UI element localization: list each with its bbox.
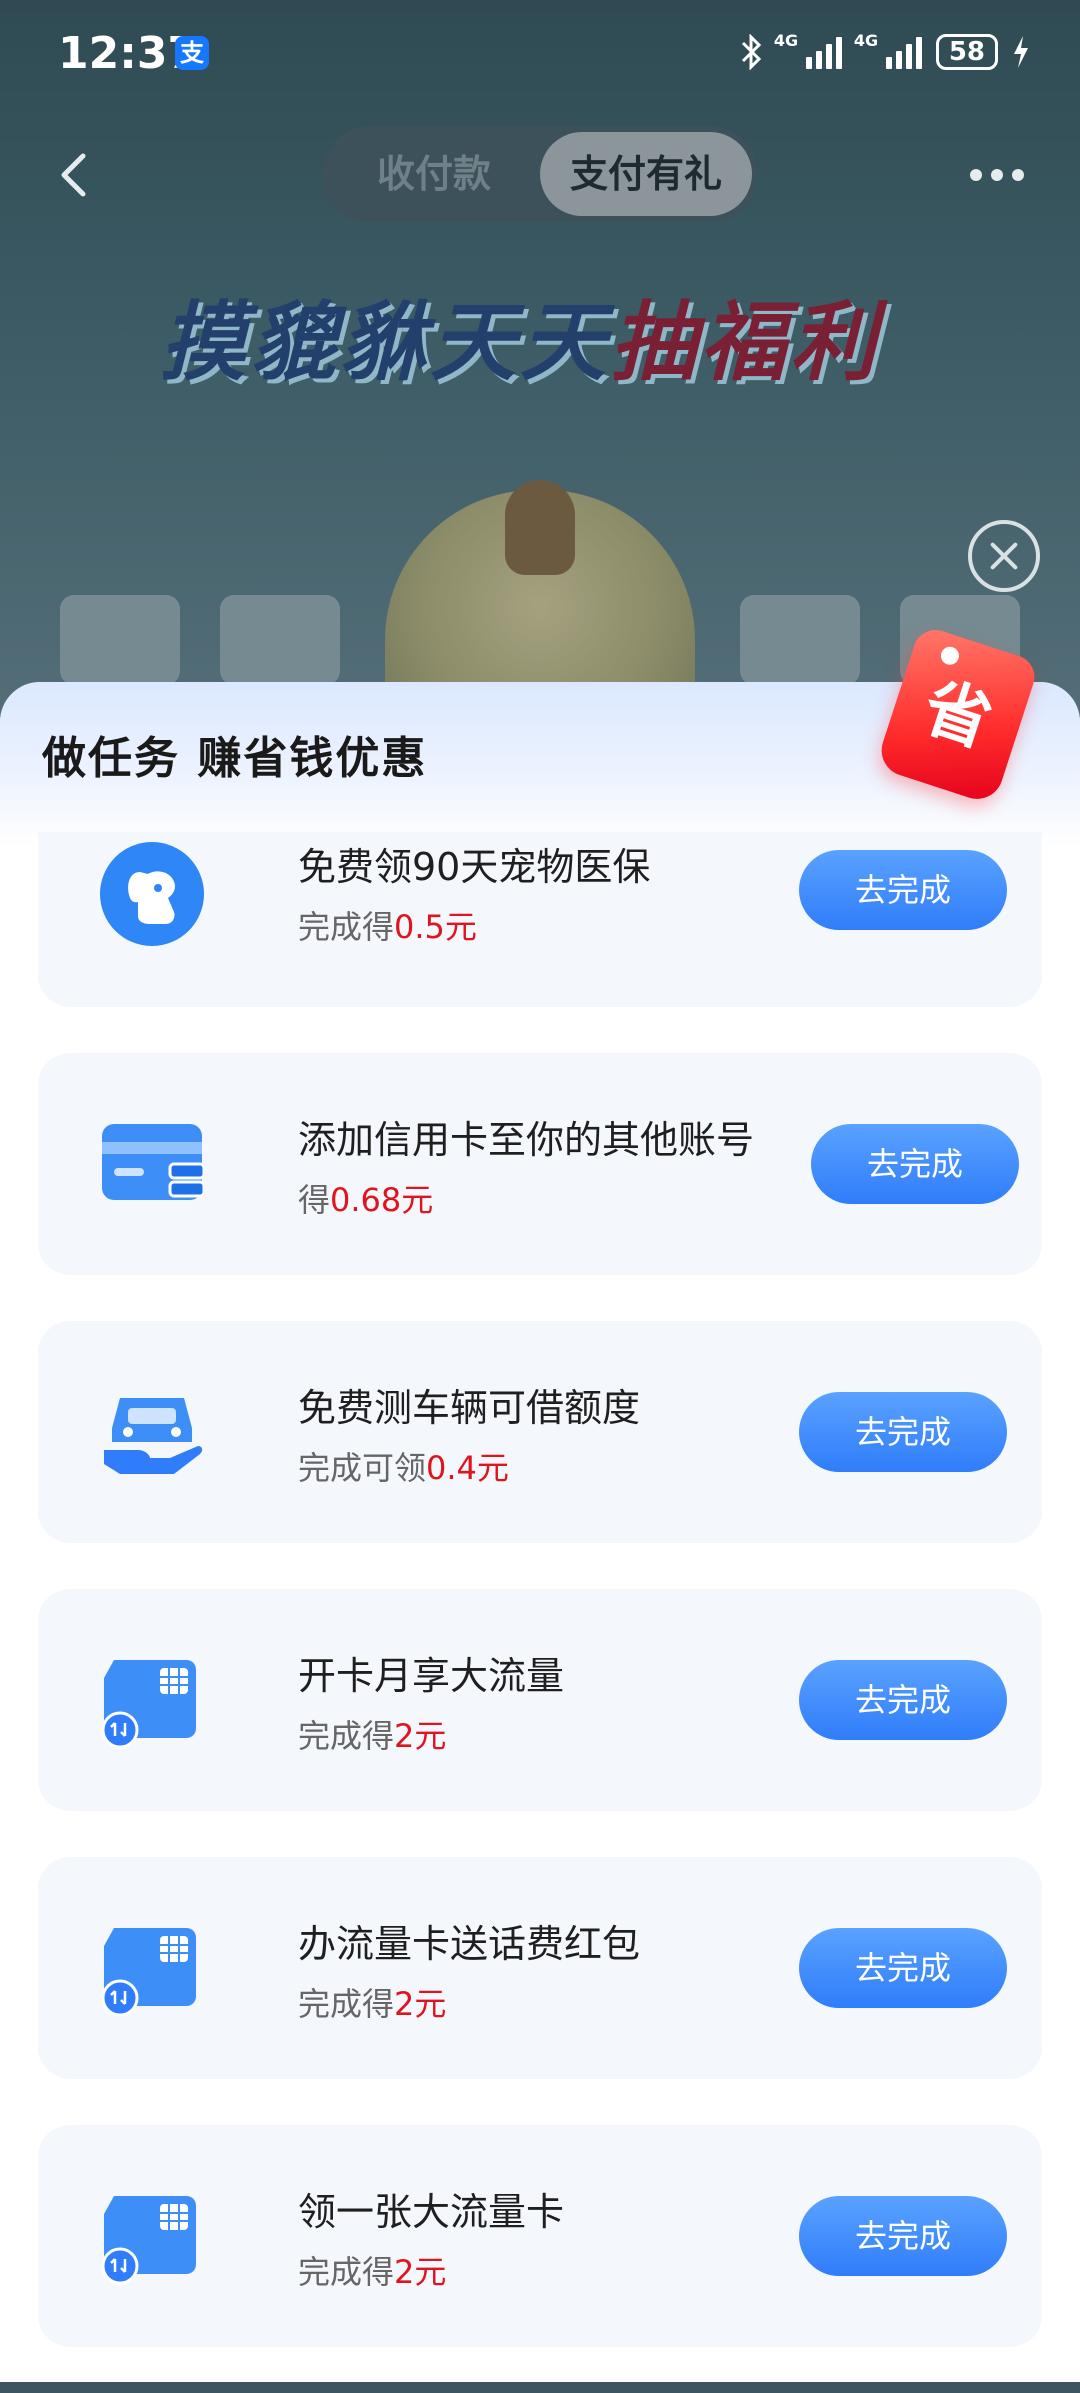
signal-icon: 4G (854, 31, 922, 69)
alipay-icon: 支 (175, 36, 209, 70)
top-nav: 收付款 支付有礼 (0, 120, 1080, 230)
task-card[interactable]: 开卡月享大流量 完成得2元 去完成 (38, 1589, 1042, 1811)
task-reward: 完成得2元 (298, 2253, 447, 2291)
signal-icon: 4G (774, 31, 842, 69)
task-card[interactable]: 免费领90天宠物医保 完成得0.5元 去完成 (38, 832, 1042, 1007)
credit-card-icon (102, 1124, 204, 1200)
more-icon[interactable] (970, 160, 1030, 190)
sim-card-icon (101, 2196, 196, 2285)
gift-box (740, 595, 860, 685)
close-icon[interactable] (968, 520, 1040, 592)
tab-collect-pay[interactable]: 收付款 (328, 132, 540, 216)
task-card[interactable]: 领一张大流量卡 完成得2元 去完成 (38, 2125, 1042, 2347)
car-loan-icon (104, 1398, 203, 1474)
complete-task-button[interactable]: 去完成 (799, 1928, 1007, 2008)
task-title: 办流量卡送话费红包 (298, 1922, 641, 1966)
complete-task-button[interactable]: 去完成 (799, 1392, 1007, 1472)
complete-task-button[interactable]: 去完成 (799, 2196, 1007, 2276)
gift-box (60, 595, 180, 685)
back-icon[interactable] (50, 150, 100, 200)
status-icons: 4G 4G 58 (740, 30, 1030, 74)
battery-icon: 58 (935, 34, 998, 70)
segmented-control: 收付款 支付有礼 (322, 126, 758, 222)
task-title: 免费领90天宠物医保 (298, 845, 651, 889)
complete-task-button[interactable]: 去完成 (811, 1124, 1019, 1204)
task-title: 开卡月享大流量 (298, 1654, 565, 1698)
sheet-title: 做任务 赚省钱优惠 (42, 733, 428, 784)
task-reward: 得0.68元 (298, 1181, 434, 1219)
gift-box (220, 595, 340, 685)
task-title: 领一张大流量卡 (298, 2190, 565, 2234)
task-title: 添加信用卡至你的其他账号 (298, 1118, 755, 1162)
sim-card-icon (101, 1660, 196, 1749)
task-card[interactable]: 办流量卡送话费红包 完成得2元 去完成 (38, 1857, 1042, 2079)
sim-card-icon (101, 1928, 196, 2017)
bluetooth-icon (741, 34, 761, 70)
task-reward: 完成得0.5元 (298, 908, 477, 946)
tab-payment-rewards[interactable]: 支付有礼 (540, 132, 752, 216)
status-bar: 12:37 支 4G 4G 58 (0, 0, 1080, 110)
task-list: 免费领90天宠物医保 完成得0.5元 去完成 添加信用卡至你的其他账号 得0.6… (38, 832, 1042, 2393)
task-reward: 完成得2元 (298, 1717, 447, 1755)
banner-title: 摸貔貅天天抽福利 (160, 293, 880, 393)
task-reward: 完成得2元 (298, 1985, 447, 2023)
task-reward: 完成可领0.4元 (298, 1449, 509, 1487)
task-card[interactable]: 添加信用卡至你的其他账号 得0.68元 去完成 (38, 1053, 1042, 1275)
task-title: 免费测车辆可借额度 (298, 1386, 641, 1430)
complete-task-button[interactable]: 去完成 (799, 1660, 1007, 1740)
pet-insurance-icon (100, 842, 204, 946)
complete-task-button[interactable]: 去完成 (799, 850, 1007, 930)
task-card[interactable]: 免费测车辆可借额度 完成可领0.4元 去完成 (38, 1321, 1042, 1543)
task-sheet: 做任务 赚省钱优惠 省 免费领90天宠物医保 完成得0.5元 去完成 添加信用卡… (0, 624, 1080, 2382)
charging-icon (1014, 36, 1028, 68)
pixiu-mascot-crest (505, 480, 575, 575)
